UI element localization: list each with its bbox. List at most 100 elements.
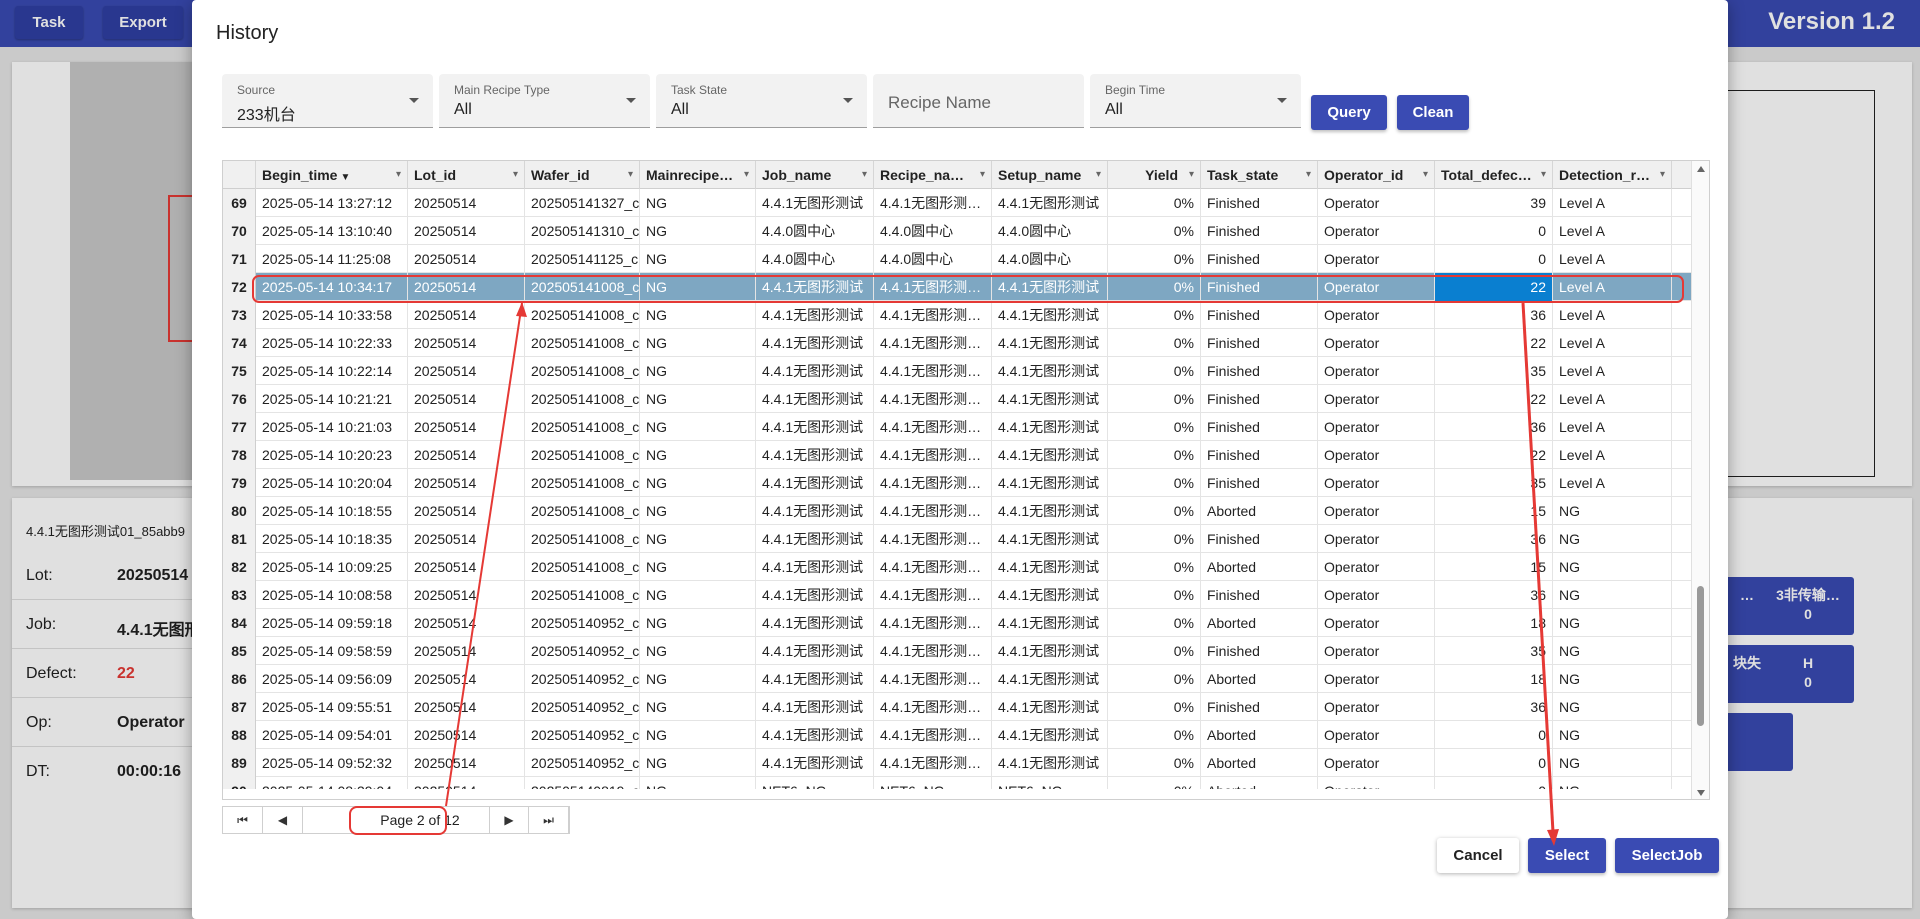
column-header[interactable]: Detection_r… ▾ xyxy=(1553,161,1672,189)
table-row[interactable]: 79 2025-05-14 10:20:04 20250514 20250514100… xyxy=(223,469,1691,497)
recipe-name-input[interactable]: Recipe Name xyxy=(873,74,1084,128)
table-row[interactable]: 74 2025-05-14 10:22:33 20250514 20250514100… xyxy=(223,329,1691,357)
column-filter-icon[interactable]: ▾ xyxy=(1096,161,1101,189)
table-cell: 4.4.0圆中心 xyxy=(874,217,992,245)
main-recipe-type-select[interactable]: Main Recipe Type All xyxy=(439,74,650,128)
scroll-down-icon[interactable] xyxy=(1697,790,1705,796)
table-row[interactable]: 75 2025-05-14 10:22:14 20250514 20250514100… xyxy=(223,357,1691,385)
chevron-down-icon xyxy=(409,98,419,103)
column-header[interactable]: Begin_time ▼ ▾ xyxy=(256,161,408,189)
table-row[interactable]: 89 2025-05-14 09:52:32 20250514 20250514095… xyxy=(223,749,1691,777)
scroll-up-icon[interactable] xyxy=(1697,166,1705,172)
column-header[interactable]: Total_defec… ▾ xyxy=(1435,161,1553,189)
table-cell: 2025-05-14 11:25:08 xyxy=(256,245,408,273)
table-cell: 4.4.0圆中心 xyxy=(874,245,992,273)
table-cell: 202505141327_c1 xyxy=(525,189,640,217)
table-cell: 4.4.1无图形测试 xyxy=(992,665,1108,693)
table-cell: 20250514 xyxy=(408,385,525,413)
row-index: 88 xyxy=(223,721,256,749)
task-state-select[interactable]: Task State All xyxy=(656,74,867,128)
column-filter-icon[interactable]: ▾ xyxy=(513,161,518,189)
table-row[interactable]: 902025-05-14 08:39:042025051420250514081… xyxy=(223,777,1691,789)
last-page-icon[interactable]: ⏭ xyxy=(529,807,569,833)
column-header[interactable]: Setup_name ▾ xyxy=(992,161,1108,189)
prev-page-icon[interactable]: ◀ xyxy=(263,807,303,833)
table-row[interactable]: 88 2025-05-14 09:54:01 20250514 20250514095… xyxy=(223,721,1691,749)
table-cell: 0% xyxy=(1108,665,1201,693)
table-row[interactable]: 85 2025-05-14 09:58:59 20250514 20250514095… xyxy=(223,637,1691,665)
table-cell: 4.4.1无图形测试 xyxy=(992,273,1108,301)
table-cell: 202505141310_c1 xyxy=(525,217,640,245)
query-button[interactable]: Query xyxy=(1311,95,1387,130)
table-cell: NG xyxy=(1553,525,1672,553)
table-cell: 202505141008_c1 xyxy=(525,413,640,441)
table-cell: 2025-05-14 09:54:01 xyxy=(256,721,408,749)
column-filter-icon[interactable]: ▾ xyxy=(744,161,749,189)
table-cell: 20250514 xyxy=(408,581,525,609)
clean-button[interactable]: Clean xyxy=(1397,95,1469,130)
table-row[interactable]: 84 2025-05-14 09:59:18 20250514 20250514095… xyxy=(223,609,1691,637)
column-filter-icon[interactable]: ▾ xyxy=(628,161,633,189)
table-row[interactable]: 77 2025-05-14 10:21:03 20250514 20250514100… xyxy=(223,413,1691,441)
table-cell: 4.4.1无图形测试 xyxy=(992,413,1108,441)
column-header[interactable]: Mainrecipe… ▾ xyxy=(640,161,756,189)
column-filter-icon[interactable]: ▾ xyxy=(862,161,867,189)
column-header[interactable]: Lot_id ▾ xyxy=(408,161,525,189)
select-button[interactable]: Select xyxy=(1528,838,1606,873)
table-cell: Finished xyxy=(1201,217,1318,245)
next-page-icon[interactable]: ▶ xyxy=(489,807,529,833)
table-cell: Operator xyxy=(1318,497,1435,525)
column-filter-icon[interactable]: ▾ xyxy=(1541,161,1546,189)
column-header[interactable]: Recipe_na… ▾ xyxy=(874,161,992,189)
table-cell: 4.4.1无图形测… xyxy=(874,385,992,413)
table-cell: 4.4.1无图形测试 xyxy=(992,189,1108,217)
table-header: Begin_time ▼ ▾ Lot_id ▾ Wafer_id ▾ Mainrecipe… ▾… xyxy=(223,161,1709,189)
table-row[interactable]: 83 2025-05-14 10:08:58 20250514 20250514100… xyxy=(223,581,1691,609)
table-cell: NG xyxy=(640,693,756,721)
column-header[interactable]: Task_state ▾ xyxy=(1201,161,1318,189)
column-filter-icon[interactable]: ▾ xyxy=(1423,161,1428,189)
column-filter-icon[interactable]: ▾ xyxy=(1189,161,1194,189)
row-index: 78 xyxy=(223,441,256,469)
table-cell: 4.4.1无图形测… xyxy=(874,357,992,385)
table-cell: 4.4.1无图形测… xyxy=(874,441,992,469)
table-cell: NG xyxy=(640,749,756,777)
table-cell: NG xyxy=(640,189,756,217)
table-cell: Level A xyxy=(1553,441,1672,469)
column-header[interactable]: Yield ▾ xyxy=(1108,161,1201,189)
table-row[interactable]: 76 2025-05-14 10:21:21 20250514 20250514100… xyxy=(223,385,1691,413)
first-page-icon[interactable]: ⏮ xyxy=(223,807,263,833)
table-cell: 2025-05-14 10:20:04 xyxy=(256,469,408,497)
vertical-scrollbar[interactable] xyxy=(1691,161,1709,799)
table-cell: 2025-05-14 10:33:58 xyxy=(256,301,408,329)
column-header[interactable]: Operator_id ▾ xyxy=(1318,161,1435,189)
table-cell: NG xyxy=(640,273,756,301)
table-row[interactable]: 82 2025-05-14 10:09:25 20250514 20250514100… xyxy=(223,553,1691,581)
table-row[interactable]: 80 2025-05-14 10:18:55 20250514 20250514100… xyxy=(223,497,1691,525)
row-index: 72 xyxy=(223,273,256,301)
column-filter-icon[interactable]: ▾ xyxy=(1306,161,1311,189)
table-row[interactable]: 72 2025-05-14 10:34:17 20250514 20250514100… xyxy=(223,273,1691,301)
column-filter-icon[interactable]: ▾ xyxy=(980,161,985,189)
column-filter-icon[interactable]: ▾ xyxy=(1660,161,1665,189)
column-header[interactable]: Job_name ▾ xyxy=(756,161,874,189)
table-row[interactable]: 78 2025-05-14 10:20:23 20250514 20250514100… xyxy=(223,441,1691,469)
table-cell: 4.4.1无图形测… xyxy=(874,301,992,329)
source-select[interactable]: Source 233机台 xyxy=(222,74,433,128)
table-row[interactable]: 71 2025-05-14 11:25:08 20250514 20250514112… xyxy=(223,245,1691,273)
table-row[interactable]: 70 2025-05-14 13:10:40 20250514 20250514131… xyxy=(223,217,1691,245)
scroll-thumb[interactable] xyxy=(1697,586,1704,726)
table-cell: 0% xyxy=(1108,245,1201,273)
table-cell: 2025-05-14 10:20:23 xyxy=(256,441,408,469)
column-header[interactable]: Wafer_id ▾ xyxy=(525,161,640,189)
table-cell: 4.4.1无图形测试 xyxy=(756,441,874,469)
table-row[interactable]: 69 2025-05-14 13:27:12 20250514 20250514132… xyxy=(223,189,1691,217)
begin-time-select[interactable]: Begin Time All xyxy=(1090,74,1301,128)
column-filter-icon[interactable]: ▾ xyxy=(396,161,401,189)
table-row[interactable]: 86 2025-05-14 09:56:09 20250514 20250514095… xyxy=(223,665,1691,693)
select-job-button[interactable]: SelectJob xyxy=(1615,838,1719,873)
table-row[interactable]: 73 2025-05-14 10:33:58 20250514 20250514100… xyxy=(223,301,1691,329)
cancel-button[interactable]: Cancel xyxy=(1437,838,1519,873)
table-row[interactable]: 87 2025-05-14 09:55:51 20250514 20250514095… xyxy=(223,693,1691,721)
table-row[interactable]: 81 2025-05-14 10:18:35 20250514 20250514100… xyxy=(223,525,1691,553)
